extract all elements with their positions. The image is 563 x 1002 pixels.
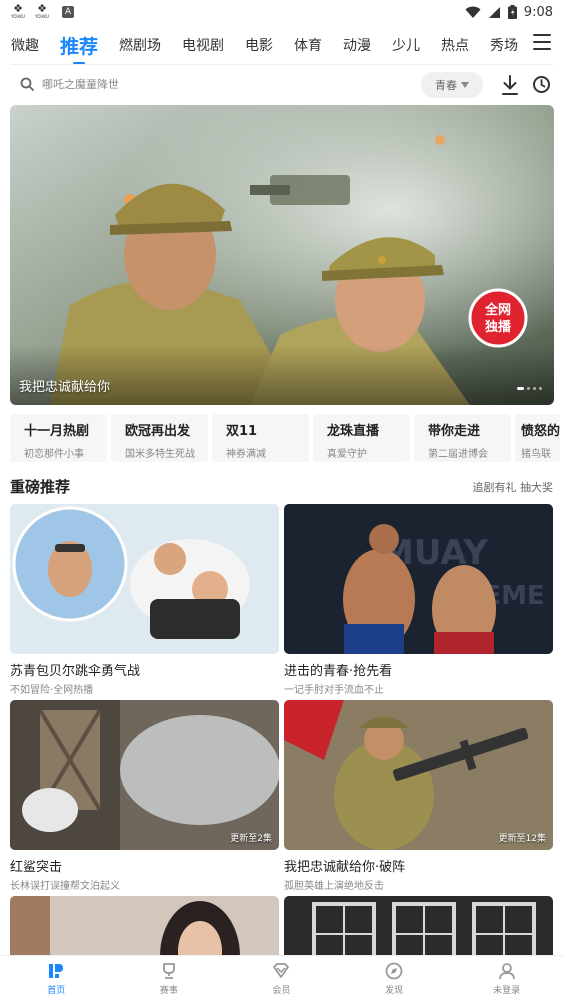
video-thumbnail: MUAY REME xyxy=(284,504,553,654)
video-subtitle: 一记手肘对手流血不止 xyxy=(284,685,384,696)
section-promo-link[interactable]: 追剧有礼 抽大奖 xyxy=(473,479,554,495)
user-icon xyxy=(498,963,515,980)
download-icon[interactable] xyxy=(500,74,520,96)
nav-discover-label: 发现 xyxy=(385,986,404,996)
video-title: 进击的青春·抢先看 xyxy=(284,664,393,679)
carousel-dot xyxy=(533,387,536,390)
section-title: 重磅推荐 xyxy=(10,478,71,496)
tag-filter-label: 青春 xyxy=(435,79,457,92)
nav-vip-label: 会员 xyxy=(272,986,291,996)
tab-weiqu[interactable]: 微趣 xyxy=(11,35,39,55)
section-header: 重磅推荐 追剧有礼 抽大奖 xyxy=(10,476,553,496)
quick-card[interactable]: 双11 神券满减 xyxy=(212,414,309,462)
video-card[interactable]: 更新至2集 红鲨突击 长林误打误撞帮文泊起义 xyxy=(10,700,279,892)
video-thumbnail: 更新至2集 xyxy=(10,700,279,850)
exclusive-badge-line2: 独播 xyxy=(485,319,512,335)
quick-card[interactable]: 带你走进 第二届进博会 xyxy=(414,414,511,462)
caret-down-icon xyxy=(461,82,469,88)
video-card[interactable]: MUAY REME 进击的青春·抢先看 一记手肘对手流血不止 xyxy=(284,504,553,696)
carousel-dot xyxy=(527,387,530,390)
episode-badge: 更新至2集 xyxy=(230,834,272,844)
nav-discover[interactable]: 发现 xyxy=(338,956,451,1002)
carousel-dot-active xyxy=(517,387,524,390)
video-subtitle: 长林误打误撞帮文泊起义 xyxy=(10,881,120,892)
hero-overlay xyxy=(10,345,554,405)
history-icon[interactable] xyxy=(532,75,551,94)
video-subtitle: 不如冒险·全网热播 xyxy=(10,685,94,696)
tab-recommend[interactable]: 推荐 xyxy=(60,32,98,65)
quick-card[interactable]: 欧冠再出发 国米多特生死战 xyxy=(111,414,208,462)
video-card[interactable]: 更新至12集 我把忠诚献给你·破阵 孤胆英雄上演绝地反击 xyxy=(284,700,553,892)
tab-hot[interactable]: 热点 xyxy=(441,35,469,55)
exclusive-badge-line1: 全网 xyxy=(484,302,511,318)
tab-sports[interactable]: 体育 xyxy=(294,35,322,55)
category-tabs: 微趣 推荐 燃剧场 电视剧 电影 体育 动漫 少儿 热点 秀场 xyxy=(0,28,563,65)
video-title: 红鲨突击 xyxy=(10,860,63,875)
bottom-nav: 首页 赛事 会员 发现 未登录 xyxy=(0,955,563,1002)
nav-vip[interactable]: 会员 xyxy=(225,956,338,1002)
carousel-indicator xyxy=(517,387,542,390)
nav-home-label: 首页 xyxy=(47,986,66,996)
a-notification-icon: A xyxy=(62,6,74,18)
nav-divider xyxy=(10,64,553,65)
hero-title: 我把忠诚献给你 xyxy=(19,380,111,395)
nav-profile[interactable]: 未登录 xyxy=(450,956,563,1002)
search-input[interactable]: 哪吒之魔童降世 xyxy=(20,74,119,94)
tab-kids[interactable]: 少儿 xyxy=(392,35,420,55)
tab-tv-series[interactable]: 电视剧 xyxy=(182,35,224,55)
signal-icon xyxy=(488,6,500,18)
tab-drama-theater[interactable]: 燃剧场 xyxy=(119,35,161,55)
search-row: 哪吒之魔童降世 青春 xyxy=(0,70,563,98)
wifi-icon xyxy=(465,6,481,18)
video-card[interactable]: 苏青包贝尔跳伞勇气战 不如冒险·全网热播 xyxy=(10,504,279,696)
video-title: 苏青包贝尔跳伞勇气战 xyxy=(10,664,141,679)
tab-anime[interactable]: 动漫 xyxy=(343,35,371,55)
youku-notification-icon: ❖ YOUKU xyxy=(35,2,49,19)
video-title: 我把忠诚献给你·破阵 xyxy=(284,860,406,875)
tab-show[interactable]: 秀场 xyxy=(490,35,518,55)
youku-notification-icon: ❖ YOUKU xyxy=(11,2,25,19)
quick-card[interactable]: 十一月热剧 初恋那件小事 xyxy=(10,414,107,462)
quick-card[interactable]: 龙珠直播 真爱守护 xyxy=(313,414,410,462)
battery-icon xyxy=(507,5,517,19)
status-bar: ❖ YOUKU ❖ YOUKU A 9:08 xyxy=(0,0,563,24)
nav-profile-label: 未登录 xyxy=(493,986,521,996)
video-thumbnail xyxy=(10,504,279,654)
menu-icon[interactable] xyxy=(533,34,551,50)
nav-events[interactable]: 赛事 xyxy=(113,956,226,1002)
vip-icon xyxy=(273,963,290,978)
carousel-dot xyxy=(539,387,542,390)
nav-home[interactable]: 首页 xyxy=(0,956,113,1002)
search-icon xyxy=(20,77,34,91)
quick-entry-row: 十一月热剧 初恋那件小事 欧冠再出发 国米多特生死战 双11 神券满减 龙珠直播… xyxy=(10,414,563,462)
nav-events-label: 赛事 xyxy=(159,986,178,996)
episode-badge: 更新至12集 xyxy=(498,834,546,844)
video-thumbnail: 更新至12集 xyxy=(284,700,553,850)
trophy-icon xyxy=(162,963,175,979)
video-subtitle: 孤胆英雄上演绝地反击 xyxy=(284,881,384,892)
tab-movies[interactable]: 电影 xyxy=(245,35,273,55)
clock: 9:08 xyxy=(523,4,553,20)
hero-banner[interactable]: 全网 独播 我把忠诚献给你 xyxy=(10,105,554,405)
search-placeholder: 哪吒之魔童降世 xyxy=(42,78,119,91)
compass-icon xyxy=(385,962,403,980)
quick-card[interactable]: 愤怒的 猪鸟联 xyxy=(515,414,561,462)
home-icon xyxy=(49,964,64,978)
tag-filter-button[interactable]: 青春 xyxy=(421,72,483,98)
